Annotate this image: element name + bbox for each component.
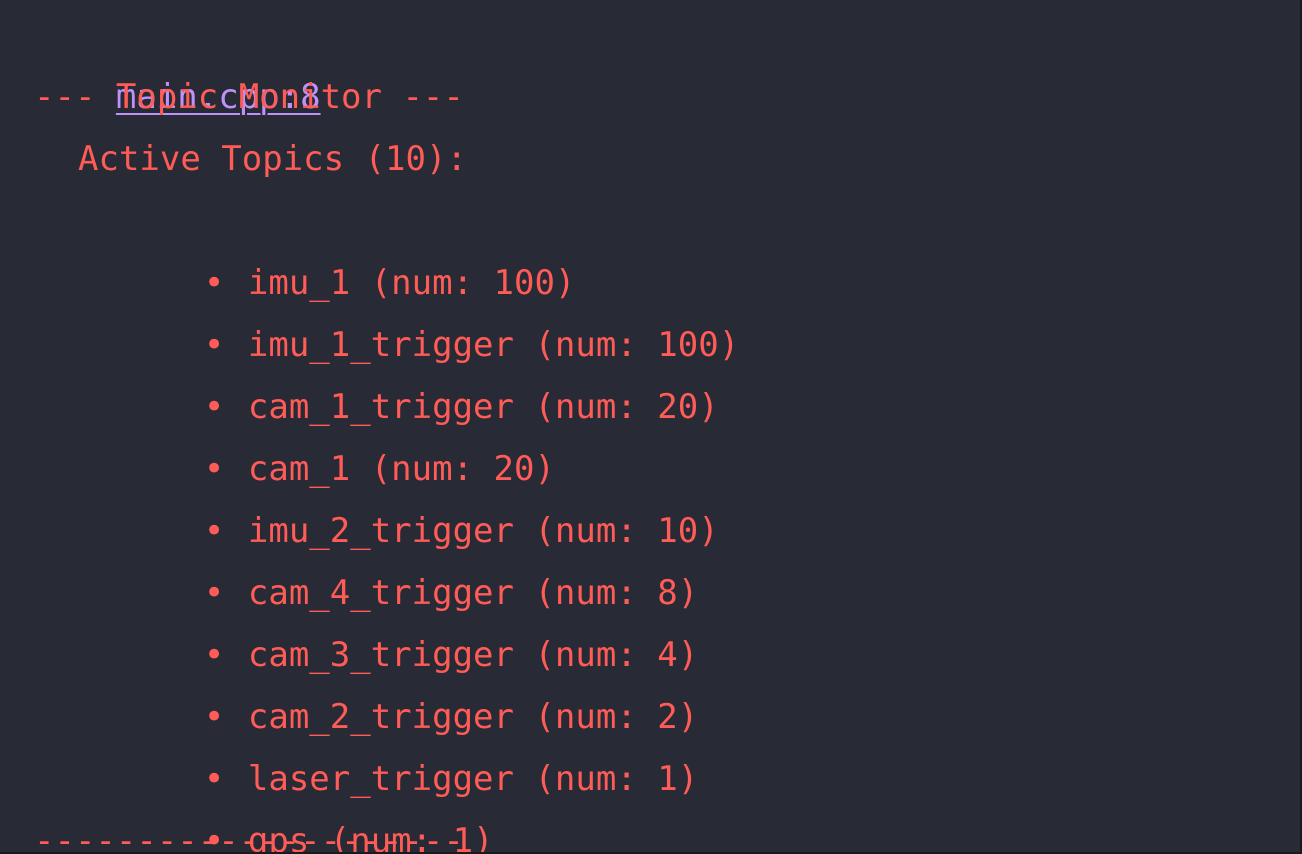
- topic-item-cam-1-trigger: • cam_1_trigger (num: 20): [122, 314, 719, 427]
- active-topics-label: Active Topics (10):: [78, 139, 467, 179]
- topic-item-imu-2-trigger: • imu_2_trigger (num: 10): [122, 438, 719, 551]
- topic-item-gps: • gps (num: 1): [122, 748, 494, 852]
- source-location-row: main.cpp:8: [34, 4, 321, 117]
- topic-item-cam-1: • cam_1 (num: 20): [122, 376, 555, 489]
- topic-item-imu-1: • imu_1 (num: 100): [122, 190, 576, 303]
- console-output: main.cpp:8 --- Topic Monitor --- Active …: [0, 0, 1302, 854]
- topic-item-laser-trigger: • laser_trigger (num: 1): [122, 686, 698, 799]
- topic-item-cam-4-trigger: • cam_4_trigger (num: 8): [122, 500, 698, 613]
- topic-monitor-footer: ---------------------: [34, 821, 464, 854]
- topic-item-imu-1-trigger: • imu_1_trigger (num: 100): [122, 252, 739, 365]
- topic-monitor-header: --- Topic Monitor ---: [34, 77, 464, 117]
- topic-item-cam-3-trigger: • cam_3_trigger (num: 4): [122, 562, 698, 675]
- topic-item-cam-2-trigger: • cam_2_trigger (num: 2): [122, 624, 698, 737]
